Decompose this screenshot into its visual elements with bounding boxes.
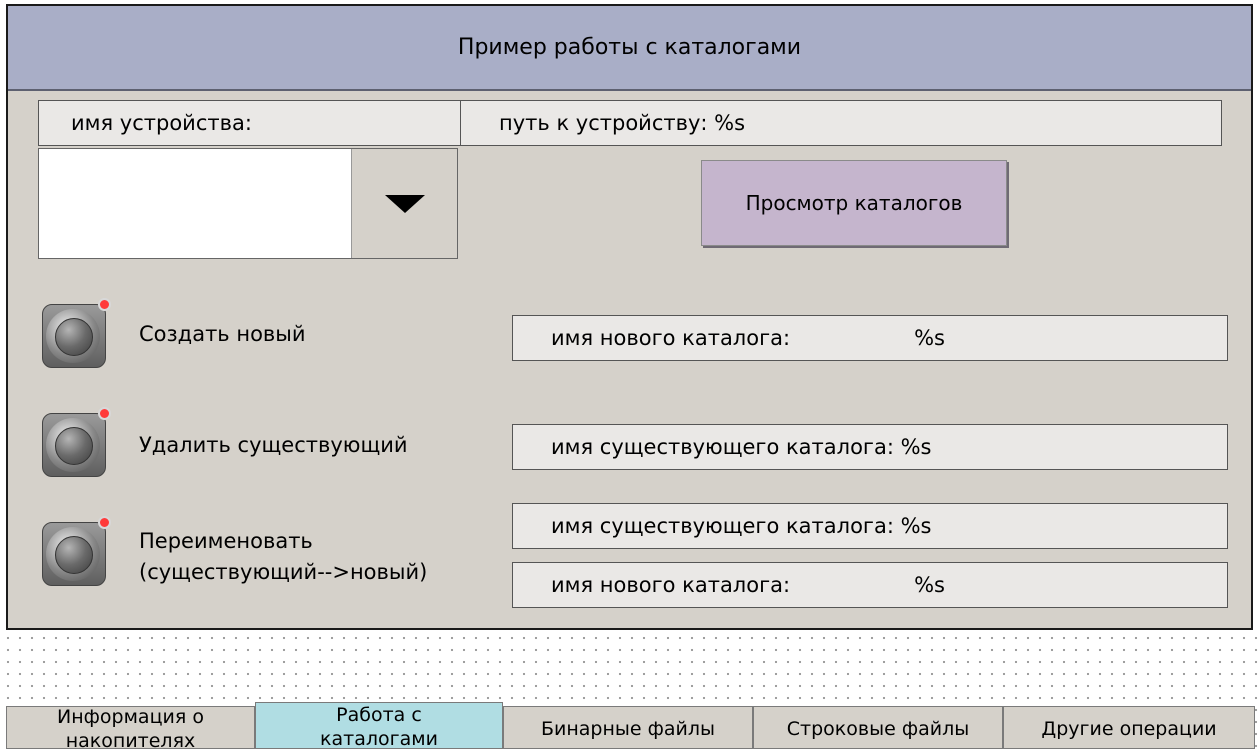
create-catalog-button[interactable] [42, 298, 112, 370]
rename-existing-name-field[interactable]: имя существующего каталога: %s [512, 503, 1228, 549]
tab-label-line2: каталогами [320, 728, 438, 750]
delete-catalog-button[interactable] [42, 407, 112, 479]
panel-title: Пример работы с каталогами [8, 6, 1251, 91]
device-path-field: путь к устройству: %s [460, 100, 1222, 146]
create-label: Создать новый [139, 322, 306, 346]
tab-storage-info[interactable]: Информация о накопителях [6, 706, 255, 752]
device-name-label: имя устройства: [38, 100, 461, 146]
tab-other-operations[interactable]: Другие операции [1003, 706, 1255, 749]
device-dropdown-button[interactable] [351, 149, 457, 258]
existing-catalog-name-field[interactable]: имя существующего каталога: %s [512, 424, 1228, 470]
rename-label-line2: (существующий-->новый) [139, 560, 428, 584]
new-catalog-name-value: %s [914, 326, 945, 350]
device-path-text: путь к устройству: %s [499, 111, 746, 135]
delete-label: Удалить существующий [139, 433, 408, 457]
tab-string-files[interactable]: Строковые файлы [753, 706, 1003, 749]
device-name-label-text: имя устройства: [71, 111, 252, 135]
tab-label: Строковые файлы [786, 718, 970, 740]
view-catalogs-label: Просмотр каталогов [745, 191, 963, 215]
rename-new-value: %s [914, 573, 945, 597]
rename-label-line1: Переименовать [139, 529, 313, 553]
button-cap [55, 536, 93, 574]
view-catalogs-button[interactable]: Просмотр каталогов [701, 160, 1007, 246]
rename-new-name-field[interactable]: имя нового каталога: %s [512, 562, 1228, 608]
rename-new-label: имя нового каталога: [551, 573, 791, 597]
tab-label-line2: накопителях [65, 730, 196, 752]
rename-catalog-button[interactable] [42, 516, 112, 588]
existing-catalog-name-label: имя существующего каталога: %s [551, 435, 932, 459]
tab-label: Бинарные файлы [540, 718, 716, 740]
status-led-icon [98, 407, 111, 420]
tab-label-line1: Работа с [336, 704, 422, 726]
status-led-icon [98, 516, 111, 529]
chevron-down-icon [384, 194, 425, 213]
tab-label: Другие операции [1041, 718, 1217, 740]
panel-title-text: Пример работы с каталогами [457, 35, 802, 60]
rename-label: Переименовать (существующий-->новый) [139, 526, 427, 588]
new-catalog-name-label: имя нового каталога: [551, 326, 791, 350]
catalog-panel: Пример работы с каталогами имя устройств… [6, 4, 1253, 630]
bottom-tab-bar: Информация о накопителях Работа с каталога… [0, 702, 1259, 752]
tab-label-line1: Информация о [57, 706, 204, 728]
rename-existing-label: имя существующего каталога: %s [551, 514, 932, 538]
status-led-icon [98, 298, 111, 311]
tab-catalogs[interactable]: Работа с каталогами [255, 702, 503, 750]
button-cap [55, 318, 93, 356]
button-cap [55, 427, 93, 465]
device-select[interactable] [38, 148, 458, 259]
new-catalog-name-field[interactable]: имя нового каталога: %s [512, 315, 1228, 361]
tab-binary-files[interactable]: Бинарные файлы [503, 706, 753, 749]
